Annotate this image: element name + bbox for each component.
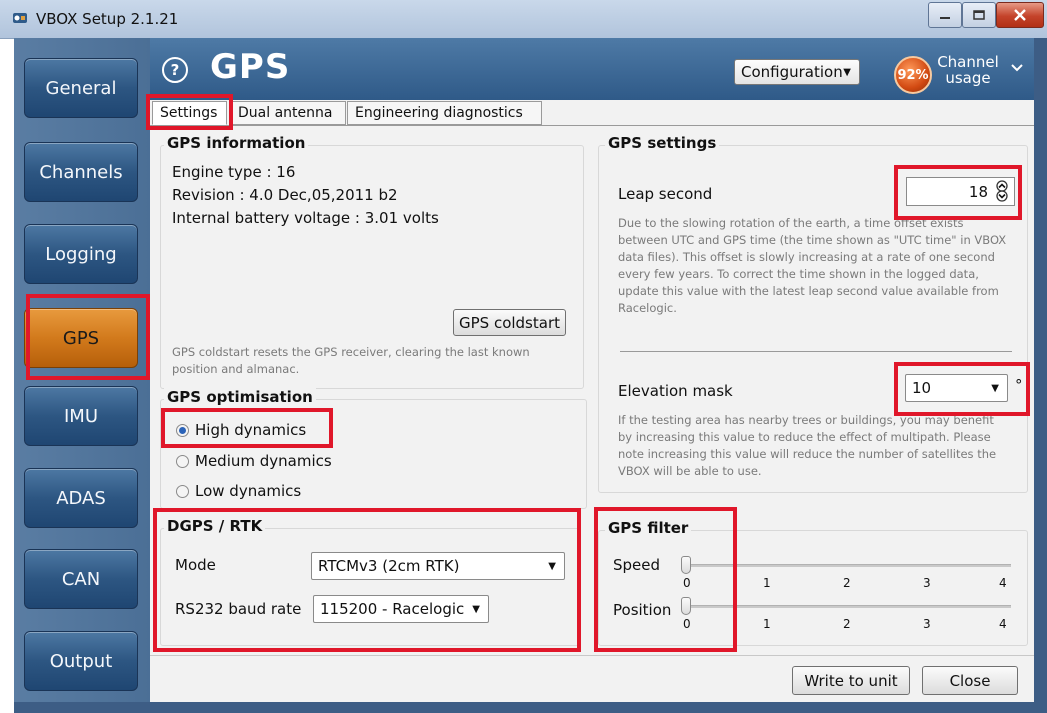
configuration-dropdown[interactable]: Configuration ▼ [734,59,860,85]
radio-medium-dynamics-label: Medium dynamics [195,452,332,470]
spinner-arrows-icon [996,180,1008,202]
leap-second-label: Leap second [618,185,713,203]
leap-second-spinbox[interactable]: 18 [906,177,1015,206]
window-frame-bottom [14,702,1036,713]
leap-second-value: 18 [968,183,988,201]
mode-select-value: RTCMv3 (2cm RTK) [318,557,460,575]
close-icon [1014,9,1026,21]
radio-low-dynamics-label: Low dynamics [195,482,302,500]
radio-button-selected[interactable] [176,423,189,437]
radio-high-dynamics[interactable]: High dynamics [176,421,306,439]
window-title: VBOX Setup 2.1.21 [36,10,179,28]
minimize-icon [940,17,950,19]
coldstart-note: GPS coldstart resets the GPS receiver, c… [172,345,530,376]
position-tick-0: 0 [683,617,691,631]
speed-tick-3: 3 [923,576,931,590]
leap-second-help: Due to the slowing rotation of the earth… [618,216,1007,315]
engine-type-text: Engine type : 16 [172,163,296,181]
baud-rate-select-value: 115200 - Racelogic [320,600,465,618]
gps-optimisation-title: GPS optimisation [164,388,316,406]
radio-medium-dynamics[interactable]: Medium dynamics [176,452,332,470]
channel-usage-label[interactable]: Channel usage [936,54,1000,86]
revision-text: Revision : 4.0 Dec,05,2011 b2 [172,186,398,204]
nav-channels[interactable]: Channels [24,142,138,202]
gps-settings-title: GPS settings [605,134,720,152]
speed-label: Speed [613,556,661,574]
elevation-mask-help: If the testing area has nearby trees or … [618,413,997,478]
chevron-down-icon: ▼ [843,66,851,78]
speed-tick-2: 2 [843,576,851,590]
degree-unit: ° [1015,376,1023,394]
close-button[interactable]: Close [922,666,1018,695]
position-slider[interactable]: 0 1 2 3 4 [681,595,1011,635]
position-tick-4: 4 [999,617,1007,631]
nav-output[interactable]: Output [24,631,138,691]
position-tick-2: 2 [843,617,851,631]
title-bar: VBOX Setup 2.1.21 [0,0,1047,39]
battery-voltage-text: Internal battery voltage : 3.01 volts [172,209,439,227]
radio-high-dynamics-label: High dynamics [195,421,307,439]
gps-coldstart-button[interactable]: GPS coldstart [453,309,566,336]
elevation-mask-value: 10 [912,379,932,397]
footer-divider [150,655,1034,656]
nav-logging[interactable]: Logging [24,224,138,284]
mode-label: Mode [175,556,216,574]
nav-can[interactable]: CAN [24,549,138,609]
chevron-down-icon: ▼ [991,382,999,394]
nav-imu[interactable]: IMU [24,386,138,446]
position-slider-track [685,605,1011,608]
speed-slider-track [685,564,1011,567]
baud-rate-label: RS232 baud rate [175,600,302,618]
configuration-label: Configuration [741,63,843,81]
close-window-button[interactable] [996,2,1044,28]
position-slider-thumb[interactable] [681,597,691,615]
window-frame-right [1034,38,1047,713]
mode-select[interactable]: RTCMv3 (2cm RTK) ▼ [311,552,565,580]
chevron-down-icon: ▼ [548,560,556,572]
chevron-down-icon: ▼ [472,603,480,615]
position-tick-1: 1 [763,617,771,631]
radio-low-dynamics[interactable]: Low dynamics [176,482,301,500]
channel-usage-badge: 92% [894,56,932,94]
baud-rate-select[interactable]: 115200 - Racelogic ▼ [313,595,489,623]
position-tick-3: 3 [923,617,931,631]
tab-dual-antenna[interactable]: Dual antenna [230,101,346,125]
speed-tick-0: 0 [683,576,691,590]
tab-divider [150,125,1034,126]
elevation-mask-label: Elevation mask [618,382,733,400]
speed-tick-4: 4 [999,576,1007,590]
position-label: Position [613,601,672,619]
nav-general[interactable]: General [24,58,138,118]
dgps-rtk-title: DGPS / RTK [164,517,266,535]
speed-tick-1: 1 [763,576,771,590]
speed-slider[interactable]: 0 1 2 3 4 [681,554,1011,594]
tab-engineering-diagnostics[interactable]: Engineering diagnostics [347,101,542,125]
speed-slider-thumb[interactable] [681,556,691,574]
gps-information-title: GPS information [164,134,309,152]
nav-adas[interactable]: ADAS [24,468,138,528]
dgps-rtk-group [160,528,580,646]
help-icon[interactable]: ? [162,57,188,83]
maximize-button[interactable] [962,2,996,28]
minimize-button[interactable] [928,2,962,28]
settings-divider [620,351,1012,352]
radio-button[interactable] [176,484,189,498]
gps-filter-title: GPS filter [605,519,692,537]
nav-gps[interactable]: GPS [24,308,138,368]
write-to-unit-button[interactable]: Write to unit [792,666,910,695]
channel-usage-chevron-icon[interactable] [1010,58,1024,77]
elevation-mask-select[interactable]: 10 ▼ [905,374,1008,402]
maximize-icon [973,10,985,20]
leap-second-stepper[interactable] [992,180,1012,202]
tab-settings[interactable]: Settings [152,101,227,125]
app-window: VBOX Setup 2.1.21 General Channels Loggi… [0,0,1047,713]
app-icon [12,10,28,26]
page-title: GPS [210,47,291,87]
radio-button[interactable] [176,454,189,468]
